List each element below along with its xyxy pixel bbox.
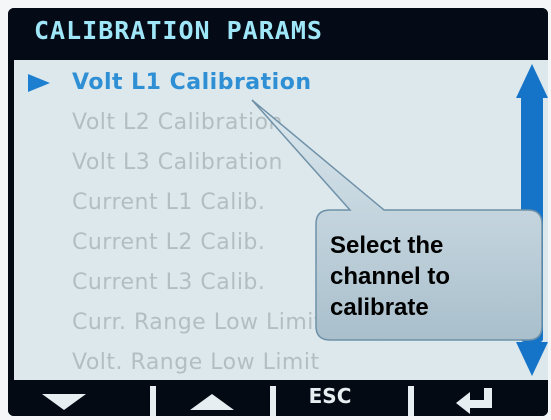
triangle-down-icon — [42, 394, 86, 410]
menu-list: Volt L1 Calibration Volt L2 Calibration … — [14, 60, 548, 380]
menu-item-label: Volt. Range Low Limit — [72, 350, 320, 375]
menu-item-volt-l1[interactable]: Volt L1 Calibration — [14, 64, 514, 104]
screen-title: CALIBRATION PARAMS — [34, 16, 323, 45]
callout-text: Select the channel to calibrate — [330, 230, 530, 323]
menu-item-volt-l2[interactable]: Volt L2 Calibration — [14, 104, 514, 144]
menu-item-volt-l3[interactable]: Volt L3 Calibration — [14, 144, 514, 184]
esc-label: ESC — [308, 384, 352, 408]
menu-item-volt-range-low[interactable]: Volt. Range Low Limit — [14, 344, 514, 384]
callout-line: Select the — [330, 232, 444, 259]
softkey-divider — [150, 386, 156, 416]
menu-item-label: Curr. Range Low Limit — [72, 310, 324, 335]
callout-line: channel to — [330, 263, 451, 290]
menu-item-label: Current L1 Calib. — [72, 190, 266, 215]
softkey-esc[interactable]: ESC — [280, 380, 380, 416]
title-bar: CALIBRATION PARAMS — [8, 8, 548, 58]
enter-icon — [456, 388, 492, 414]
softkey-divider — [270, 386, 276, 416]
menu-item-current-l1[interactable]: Current L1 Calib. — [14, 184, 514, 224]
menu-item-label: Volt L1 Calibration — [72, 70, 312, 95]
display-screen: CALIBRATION PARAMS Volt L1 Calibration V… — [8, 8, 548, 416]
arrow-up-icon[interactable] — [516, 64, 548, 98]
triangle-up-icon — [190, 394, 234, 410]
softkey-bar: ESC — [8, 380, 548, 416]
softkey-down[interactable] — [8, 380, 108, 416]
menu-item-label: Current L3 Calib. — [72, 270, 266, 295]
selector-arrow-icon — [28, 74, 50, 92]
arrow-down-icon[interactable] — [516, 342, 548, 376]
softkey-enter[interactable] — [418, 380, 518, 416]
menu-item-label: Current L2 Calib. — [72, 230, 266, 255]
menu-item-label: Volt L3 Calibration — [72, 150, 283, 175]
softkey-divider — [408, 386, 414, 416]
menu-item-label: Volt L2 Calibration — [72, 110, 283, 135]
scrollbar[interactable] — [516, 64, 548, 376]
device-photo-frame: CALIBRATION PARAMS Volt L1 Calibration V… — [0, 0, 551, 420]
softkey-up[interactable] — [160, 380, 260, 416]
callout-line: calibrate — [330, 294, 429, 321]
